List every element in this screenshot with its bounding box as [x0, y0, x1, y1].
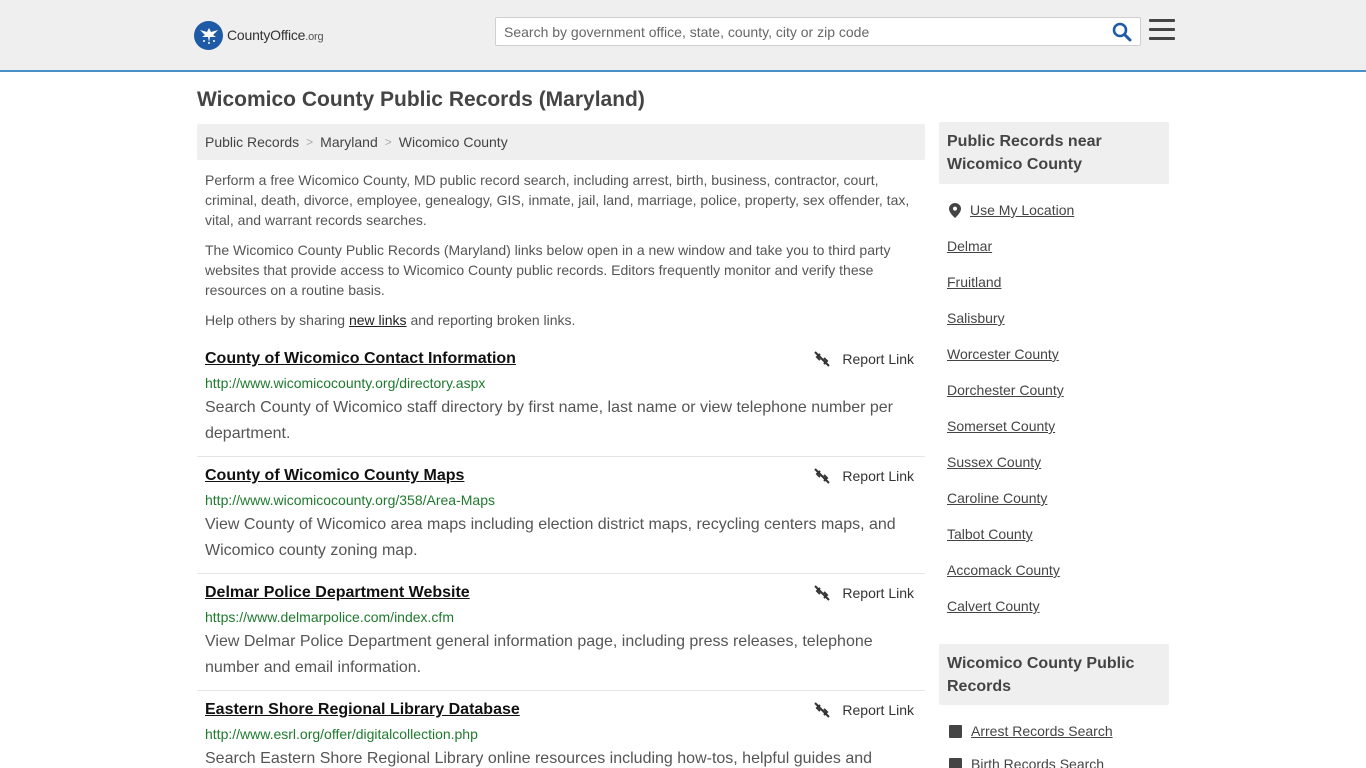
new-links-link[interactable]: new links: [349, 312, 407, 328]
broken-link-icon: [814, 468, 831, 484]
nearby-link-sussex-county[interactable]: Sussex County: [947, 454, 1041, 470]
nearby-link-calvert-county[interactable]: Calvert County: [947, 598, 1040, 614]
sidebar-record-item[interactable]: Birth Records Search: [949, 756, 1104, 768]
nearby-link-delmar[interactable]: Delmar: [947, 238, 992, 254]
intro-paragraph: Perform a free Wicomico County, MD publi…: [205, 172, 910, 228]
use-location[interactable]: Use My Location: [949, 202, 1074, 218]
sidebar-heading-records: Wicomico County Public Records: [939, 644, 1169, 705]
breadcrumb-separator: >: [306, 135, 314, 149]
record-url: http://www.wicomicocounty.org/directory.…: [205, 375, 486, 391]
share-paragraph: Help others by sharing new links and rep…: [205, 312, 576, 328]
disclaimer-paragraph: The Wicomico County Public Records (Mary…: [205, 242, 891, 298]
square-bullet-icon: [949, 757, 962, 768]
search-box: [495, 17, 1141, 46]
arrest-records-link[interactable]: Arrest Records Search: [971, 723, 1113, 739]
record-item: Eastern Shore Regional Library Database …: [197, 701, 925, 768]
record-url: http://www.esrl.org/offer/digitalcollect…: [205, 726, 478, 742]
record-url: https://www.delmarpolice.com/index.cfm: [205, 609, 454, 625]
search-input[interactable]: [496, 18, 1106, 45]
nearby-link-talbot-county[interactable]: Talbot County: [947, 526, 1033, 542]
sidebar-record-item[interactable]: Arrest Records Search: [949, 723, 1113, 739]
report-link[interactable]: Report Link: [814, 468, 914, 484]
nearby-link-accomack-county[interactable]: Accomack County: [947, 562, 1060, 578]
report-link[interactable]: Report Link: [814, 702, 914, 718]
site-logo[interactable]: CountyOffice.org: [194, 20, 324, 50]
record-description: Search Eastern Shore Regional Library on…: [205, 750, 873, 767]
nearby-link-somerset-county[interactable]: Somerset County: [947, 418, 1055, 434]
broken-link-icon: [814, 351, 831, 367]
breadcrumb-separator: >: [384, 135, 392, 149]
report-link[interactable]: Report Link: [814, 585, 914, 601]
square-bullet-icon: [949, 724, 962, 738]
report-link[interactable]: Report Link: [814, 351, 914, 367]
record-item: County of Wicomico Contact Information R…: [197, 350, 925, 457]
map-pin-icon: [949, 202, 961, 218]
nearby-link-worcester-county[interactable]: Worcester County: [947, 346, 1059, 362]
page-title: Wicomico County Public Records (Maryland…: [197, 88, 645, 111]
record-title-link[interactable]: County of Wicomico Contact Information: [205, 350, 516, 368]
record-url: http://www.wicomicocounty.org/358/Area-M…: [205, 492, 495, 508]
record-description: Search County of Wicomico staff director…: [205, 399, 894, 442]
nearby-link-dorchester-county[interactable]: Dorchester County: [947, 382, 1064, 398]
sidebar-heading-nearby: Public Records near Wicomico County: [939, 122, 1169, 184]
record-item: County of Wicomico County Maps Report Li…: [197, 467, 925, 574]
nearby-link-fruitland[interactable]: Fruitland: [947, 274, 1001, 290]
record-title-link[interactable]: Delmar Police Department Website: [205, 584, 470, 602]
record-title-link[interactable]: County of Wicomico County Maps: [205, 467, 464, 485]
broken-link-icon: [814, 702, 831, 718]
record-description: View Delmar Police Department general in…: [205, 633, 873, 676]
eagle-logo-icon: [194, 20, 223, 50]
broken-link-icon: [814, 585, 831, 601]
record-item: Delmar Police Department Website Report …: [197, 584, 925, 691]
birth-records-link[interactable]: Birth Records Search: [971, 756, 1104, 768]
breadcrumb-wicomico-county[interactable]: Wicomico County: [399, 134, 508, 150]
logo-text: CountyOffice.org: [227, 27, 324, 43]
top-header: CountyOffice.org: [0, 0, 1366, 72]
search-icon[interactable]: [1112, 22, 1132, 42]
use-my-location-link[interactable]: Use My Location: [970, 202, 1074, 218]
nearby-link-salisbury[interactable]: Salisbury: [947, 310, 1005, 326]
record-title-link[interactable]: Eastern Shore Regional Library Database: [205, 701, 520, 719]
nearby-link-caroline-county[interactable]: Caroline County: [947, 490, 1047, 506]
breadcrumb-maryland[interactable]: Maryland: [320, 134, 378, 150]
hamburger-menu-icon[interactable]: [1149, 19, 1175, 43]
breadcrumb-public-records[interactable]: Public Records: [205, 134, 299, 150]
breadcrumb: Public Records > Maryland > Wicomico Cou…: [197, 124, 925, 160]
record-description: View County of Wicomico area maps includ…: [205, 516, 896, 559]
